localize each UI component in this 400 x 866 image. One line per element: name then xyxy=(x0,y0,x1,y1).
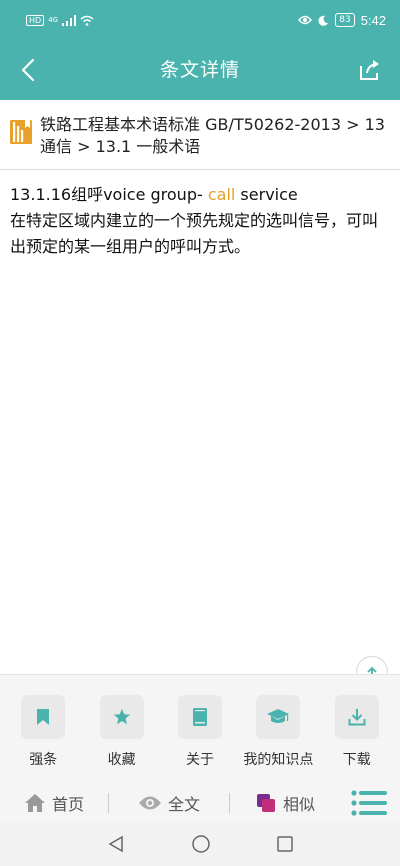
download-icon xyxy=(348,709,366,726)
nav-fulltext[interactable]: 全文 xyxy=(109,791,229,815)
signal-icon xyxy=(62,14,77,26)
star-icon xyxy=(113,708,130,725)
home-icon xyxy=(24,794,45,812)
share-button[interactable] xyxy=(354,54,386,86)
term-highlight: call xyxy=(207,185,236,204)
page-title: 条文详情 xyxy=(159,59,240,81)
breadcrumb-text[interactable]: 铁路工程基本术语标准 GB/T50262-2013 > 13 通信 > 13.1… xyxy=(40,114,390,169)
book-icon xyxy=(10,120,32,144)
action-tile xyxy=(99,695,144,739)
system-home-icon[interactable] xyxy=(191,834,211,854)
action-panel: 强条 收藏 关于 我的知识点 下载 xyxy=(0,674,400,784)
similar-icon xyxy=(256,794,275,812)
share-icon xyxy=(360,60,379,80)
action-label: 关于 xyxy=(185,752,214,768)
action-tile xyxy=(334,695,379,739)
status-right: 83 5:42 xyxy=(298,13,386,28)
system-back-icon[interactable] xyxy=(107,835,125,853)
article-body: 13.1.16组呼voice group- call service 在特定区域… xyxy=(0,170,400,670)
action-label: 收藏 xyxy=(107,752,136,768)
term-prefix: 13.1.16组呼voice group- xyxy=(10,185,208,204)
action-favorite[interactable]: 收藏 xyxy=(84,695,160,784)
action-label: 下载 xyxy=(342,752,371,768)
action-download[interactable]: 下载 xyxy=(319,695,395,784)
eye-icon xyxy=(138,796,161,810)
bottom-nav: 首页 全文 相似 xyxy=(0,784,400,822)
app-bar: 条文详情 xyxy=(0,40,400,100)
nav-similar-label: 相似 xyxy=(282,795,315,814)
breadcrumb: 铁路工程基本术语标准 GB/T50262-2013 > 13 通信 > 13.1… xyxy=(0,100,400,170)
menu-button[interactable] xyxy=(340,790,398,816)
action-label: 我的知识点 xyxy=(243,752,314,768)
action-mandatory[interactable]: 强条 xyxy=(5,695,81,784)
network-type: 4G xyxy=(48,16,59,24)
action-about[interactable]: 关于 xyxy=(162,695,238,784)
nav-similar[interactable]: 相似 xyxy=(230,791,340,815)
action-label: 强条 xyxy=(29,752,58,768)
bookmark-icon xyxy=(37,709,50,725)
term-suffix: service xyxy=(235,185,298,204)
term-heading: 13.1.16组呼voice group- call service xyxy=(10,182,390,208)
status-bar: HD 4G 83 5:42 xyxy=(0,0,400,40)
system-nav-bar xyxy=(0,822,400,866)
graduation-cap-icon xyxy=(267,709,290,723)
action-tile xyxy=(21,695,66,739)
nav-home[interactable]: 首页 xyxy=(0,791,108,815)
book-icon xyxy=(192,708,207,726)
clock: 5:42 xyxy=(360,12,386,28)
system-recents-icon[interactable] xyxy=(277,836,293,852)
list-menu-icon xyxy=(351,790,387,816)
status-left: HD 4G xyxy=(26,14,94,26)
moon-icon xyxy=(318,15,329,26)
eye-icon xyxy=(298,15,313,25)
nav-home-label: 首页 xyxy=(51,795,84,814)
action-knowledge[interactable]: 我的知识点 xyxy=(240,695,316,784)
action-tile xyxy=(256,695,301,739)
term-definition: 在特定区域内建立的一个预先规定的选叫信号，可叫出预定的某一组用户的呼叫方式。 xyxy=(10,211,379,256)
action-tile xyxy=(177,695,222,739)
nav-fulltext-label: 全文 xyxy=(167,795,200,814)
wifi-icon xyxy=(80,15,94,26)
hd-indicator: HD xyxy=(26,14,45,26)
battery-icon: 83 xyxy=(335,13,355,27)
